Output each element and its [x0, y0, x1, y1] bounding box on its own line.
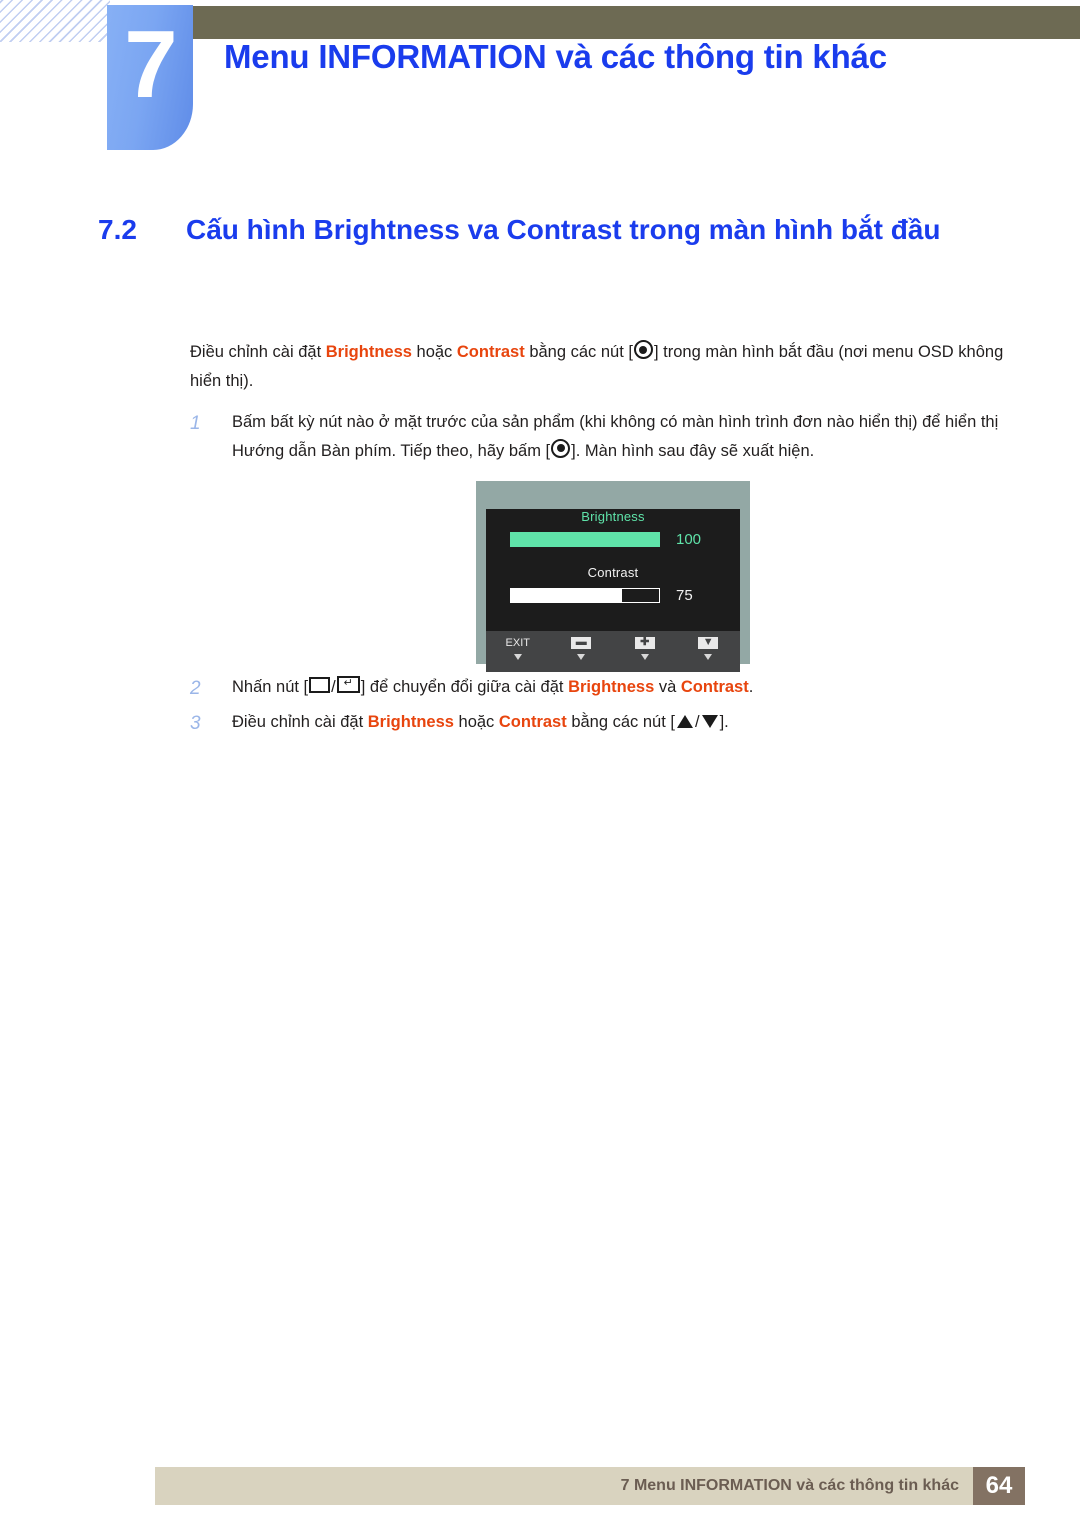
intro-text-part3: bằng các nút [: [524, 343, 633, 361]
keyword-brightness: Brightness: [568, 678, 655, 696]
osd-brightness-value: 100: [676, 531, 702, 548]
intro-text-part1: Điều chỉnh cài đặt: [190, 343, 326, 361]
step-number: 3: [190, 713, 201, 734]
osd-exit-button[interactable]: EXIT: [486, 635, 550, 660]
chapter-header: 7 Menu INFORMATION và các thông tin khác: [0, 0, 1080, 160]
keyword-brightness: Brightness: [367, 713, 454, 731]
arrow-up-icon: [676, 715, 693, 728]
step3-text-part3: bằng các nút [: [566, 713, 675, 731]
osd-minus-glyph: ▬: [550, 635, 614, 650]
step-body: Nhấn nút [ / ↵] để chuyển đổi giữa cài đặt…: [232, 673, 1010, 702]
step-body: Bấm bất kỳ nút nào ở mặt trước của sản p…: [232, 408, 1010, 465]
osd-contrast-value: 75: [676, 587, 693, 604]
intro-paragraph: Điều chỉnh cài đặt Brightness hoặc Contr…: [190, 338, 1010, 395]
chapter-number: 7: [124, 10, 177, 118]
keyword-contrast: Contrast: [498, 713, 567, 731]
osd-button-bar: EXIT ▬ ✚ ▼: [486, 631, 740, 672]
osd-plus-glyph: ✚: [613, 635, 677, 650]
step3-text-part2: hoặc: [453, 713, 499, 731]
caret-down-icon: [513, 654, 522, 660]
step2-text-part2: ] để chuyển đổi giữa cài đặt: [360, 678, 569, 696]
arrow-down-icon: ▼: [698, 636, 719, 649]
osd-screen: Brightness 100 Contrast 75 EXIT ▬ ✚ ▼: [486, 509, 740, 672]
step2-text-part3: và: [654, 678, 681, 696]
step3-text-part4: ].: [719, 713, 729, 731]
minus-icon: ▬: [571, 636, 592, 649]
step-number: 1: [190, 413, 201, 434]
source-button-icon: [633, 340, 653, 359]
menu-button-icon: [309, 677, 331, 693]
hatch-decoration: [0, 0, 110, 42]
step2-text-part1: Nhấn nút [: [232, 678, 309, 696]
osd-contrast-row: 75: [486, 587, 740, 604]
osd-brightness-row: 100: [486, 531, 740, 548]
page-number: 64: [973, 1467, 1025, 1505]
osd-down-glyph: ▼: [677, 635, 741, 650]
section-heading: 7.2 Cấu hình Brightness va Contrast trong…: [98, 212, 998, 249]
osd-minus-button[interactable]: ▬: [550, 635, 614, 660]
page-footer: 7 Menu INFORMATION và các thông tin khác…: [155, 1467, 1025, 1505]
keyword-brightness: Brightness: [325, 343, 412, 361]
step1-text-part2: ]. Màn hình sau đây sẽ xuất hiện.: [571, 441, 815, 460]
osd-contrast-label: Contrast: [587, 565, 639, 580]
header-olive-bar: [193, 6, 1080, 39]
footer-chapter-text: 7 Menu INFORMATION và các thông tin khác: [620, 1477, 959, 1494]
caret-down-icon: [577, 654, 586, 660]
osd-brightness-label: Brightness: [581, 509, 645, 524]
section-number: 7.2: [98, 214, 137, 245]
keyword-contrast: Contrast: [456, 343, 525, 361]
caret-down-icon: [704, 654, 713, 660]
section-title: Cấu hình Brightness va Contrast trong mà…: [186, 214, 941, 245]
intro-text-part2: hoặc: [411, 343, 457, 361]
osd-screenshot-figure: Brightness 100 Contrast 75 EXIT ▬ ✚ ▼: [476, 481, 750, 672]
chapter-title: Menu INFORMATION và các thông tin khác: [224, 38, 887, 75]
step3-text-part1: Điều chỉnh cài đặt: [232, 713, 368, 731]
osd-contrast-fill: [511, 589, 622, 602]
osd-down-button[interactable]: ▼: [677, 635, 741, 660]
step-number: 2: [190, 678, 201, 699]
source-button-icon: [551, 438, 571, 458]
keyword-contrast: Contrast: [680, 678, 749, 696]
osd-exit-label: EXIT: [505, 636, 530, 649]
osd-contrast-slider[interactable]: [510, 588, 660, 603]
enter-button-icon: ↵: [336, 676, 360, 693]
step2-text-part4: .: [748, 678, 754, 696]
list-item: 3 Điều chỉnh cài đặt Brightness hoặc Con…: [190, 708, 1010, 737]
arrow-down-icon: [701, 715, 718, 728]
list-item: 2 Nhấn nút [ / ↵] để chuyển đổi giữa cài đ…: [190, 673, 1010, 702]
list-item: 1 Bấm bất kỳ nút nào ở mặt trước của sản…: [190, 408, 1010, 465]
osd-brightness-fill: [510, 532, 660, 547]
caret-down-icon: [640, 654, 649, 660]
plus-icon: ✚: [634, 636, 655, 649]
step-body: Điều chỉnh cài đặt Brightness hoặc Contr…: [232, 708, 1010, 737]
step2-separator: /: [331, 678, 336, 696]
osd-plus-button[interactable]: ✚: [613, 635, 677, 660]
osd-brightness-slider[interactable]: [510, 532, 660, 547]
step3-separator: /: [694, 713, 700, 731]
